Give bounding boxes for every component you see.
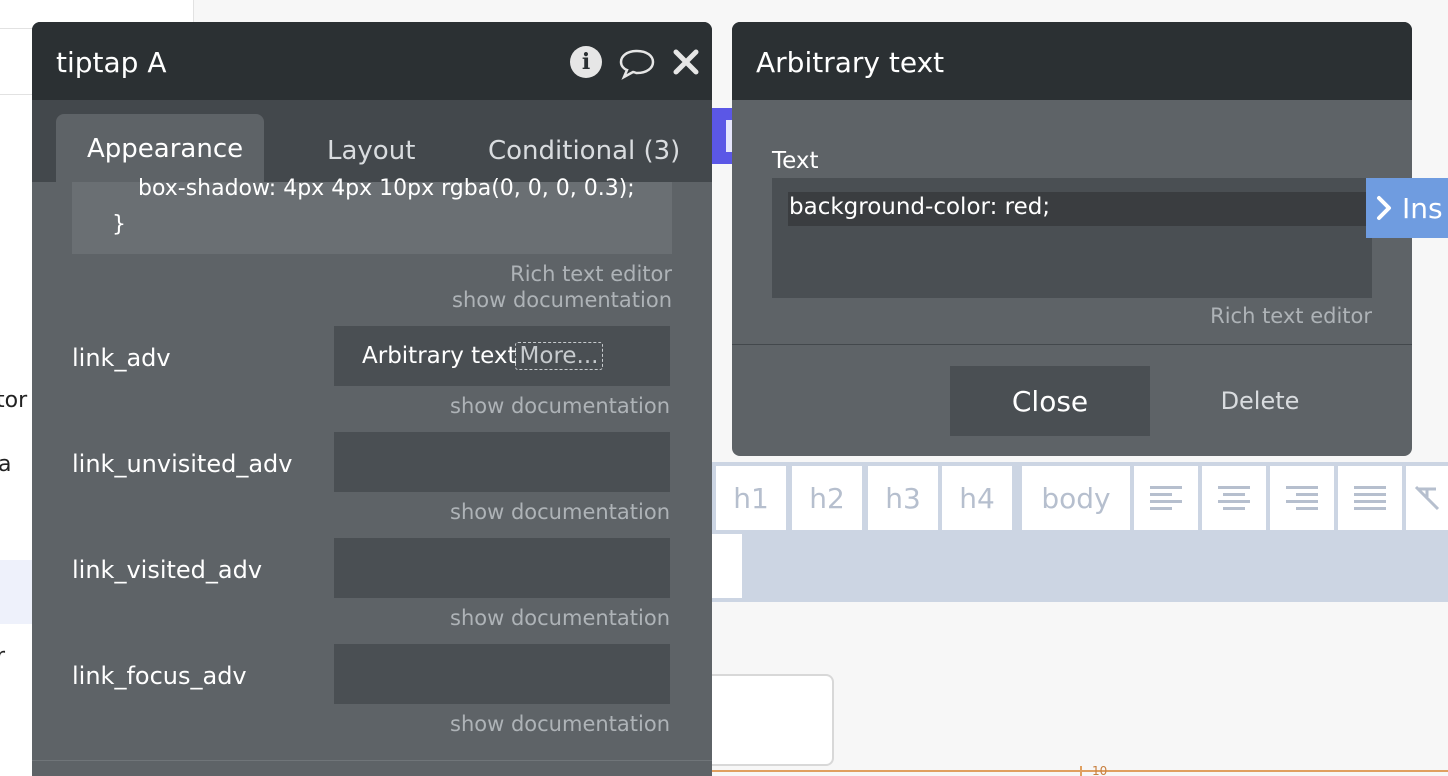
link-unvisited-adv-input[interactable] [334, 432, 670, 492]
link-focus-adv-input[interactable] [334, 644, 670, 704]
insert-label: Ins [1402, 191, 1443, 225]
close-button[interactable]: Close [950, 366, 1150, 436]
chevron-right-icon [1377, 196, 1391, 220]
tab-appearance[interactable]: Appearance [56, 114, 264, 182]
panel-tabs: Appearance Layout Conditional (3) [32, 100, 712, 182]
ruler-number: 10 [1092, 764, 1108, 776]
tab-label: Appearance [87, 134, 244, 164]
field-label-link-focus-adv: link_focus_adv [72, 662, 247, 690]
align-left-icon[interactable] [1134, 466, 1198, 530]
clear-format-icon[interactable] [1406, 466, 1448, 530]
tab-conditional[interactable]: Conditional (3) [488, 136, 680, 166]
field-label-link-unvisited-adv: link_unvisited_adv [72, 450, 293, 478]
canvas-text-box[interactable] [712, 674, 834, 766]
css-code-editor[interactable]: box-shadow: 4px 4px 10px rgba(0, 0, 0, 0… [72, 176, 672, 254]
link-visited-adv-input[interactable] [334, 538, 670, 598]
code-line: box-shadow: 4px 4px 10px rgba(0, 0, 0, 0… [138, 176, 635, 201]
link-adv-input[interactable]: Arbitrary text More... [334, 326, 670, 386]
panel-title: tiptap A [56, 46, 167, 79]
align-right-icon[interactable] [1270, 466, 1334, 530]
text-field-label: Text [772, 148, 819, 174]
dialog-title: Arbitrary text [756, 46, 945, 79]
text-input-value: background-color: red; [788, 192, 1366, 226]
toolbar-h4-button[interactable]: h4 [942, 466, 1012, 530]
show-documentation-link[interactable]: show documentation [450, 500, 670, 524]
sidebar-text-fragment: a [0, 452, 12, 477]
toolbar-h3-button[interactable]: h3 [868, 466, 938, 530]
arbitrary-text-dialog: Arbitrary text Text background-color: re… [732, 22, 1412, 456]
show-documentation-link[interactable]: show documentation [450, 712, 670, 736]
insert-dynamic-data-button[interactable]: Ins [1366, 178, 1448, 238]
more-button[interactable]: More... [514, 342, 604, 370]
show-documentation-link[interactable]: show documentation [450, 394, 670, 418]
comment-icon[interactable] [618, 48, 656, 84]
sidebar-text-fragment: r [0, 644, 6, 669]
field-label-link-adv: link_adv [72, 344, 171, 372]
rich-text-editor-hint: Rich text editor [510, 262, 672, 286]
toolbar-h2-button[interactable]: h2 [792, 466, 862, 530]
panel-divider [32, 760, 712, 761]
rich-text-toolbar: h1 h2 h3 h4 body [712, 462, 1448, 602]
close-icon[interactable] [672, 48, 700, 80]
text-input[interactable]: background-color: red; [772, 178, 1372, 298]
sidebar-text-fragment: tor [0, 388, 28, 413]
show-documentation-link[interactable]: show documentation [452, 288, 672, 312]
toolbar-row2-button[interactable] [712, 534, 742, 598]
show-documentation-link[interactable]: show documentation [450, 606, 670, 630]
tab-layout[interactable]: Layout [327, 136, 415, 166]
dialog-header: Arbitrary text [732, 22, 1412, 100]
toolbar-h1-button[interactable]: h1 [716, 466, 786, 530]
ruler-tick [1080, 766, 1082, 776]
code-line: } [112, 212, 126, 237]
align-center-icon[interactable] [1202, 466, 1266, 530]
panel-header: tiptap A i [32, 22, 712, 100]
dialog-divider [732, 344, 1412, 345]
field-label-link-visited-adv: link_visited_adv [72, 556, 263, 584]
align-justify-icon[interactable] [1338, 466, 1402, 530]
info-icon[interactable]: i [570, 46, 602, 78]
link-adv-value: Arbitrary text [362, 343, 517, 369]
toolbar-body-button[interactable]: body [1022, 466, 1130, 530]
rich-text-editor-hint: Rich text editor [1210, 304, 1372, 328]
property-editor-panel: tiptap A i Appearance Layout Conditional… [32, 22, 712, 776]
delete-button[interactable]: Delete [1190, 366, 1330, 436]
